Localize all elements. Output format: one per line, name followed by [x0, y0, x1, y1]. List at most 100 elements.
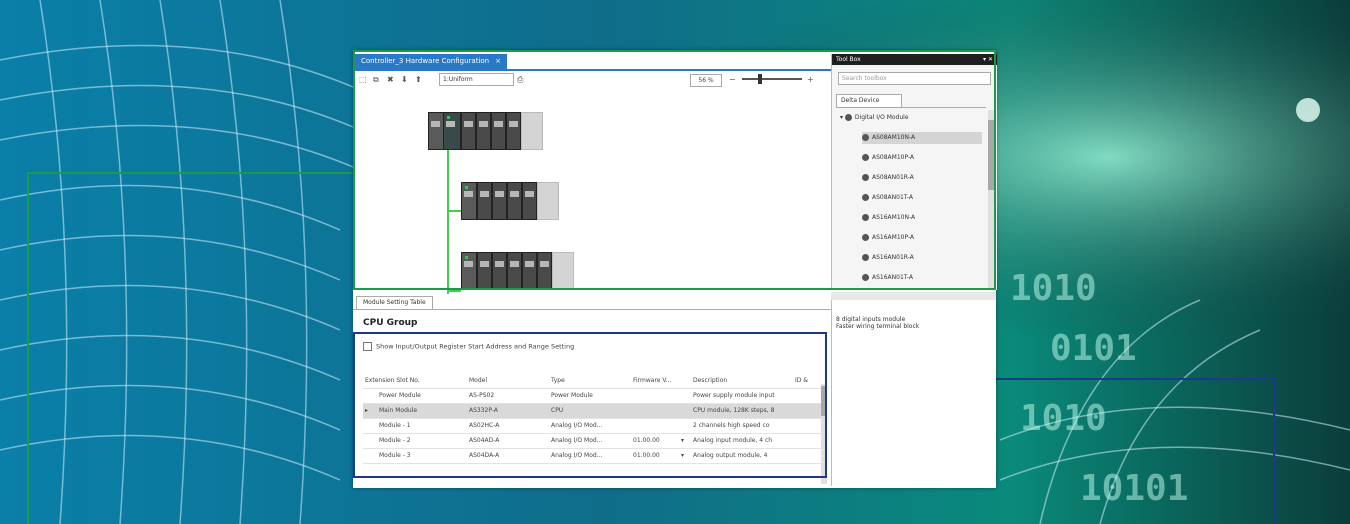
io-module[interactable]: [491, 112, 506, 150]
zoom-out-icon[interactable]: −: [729, 75, 736, 84]
io-module[interactable]: [506, 112, 521, 150]
tree-item[interactable]: AS08AN01R-A: [862, 172, 914, 184]
column-header[interactable]: ID &: [795, 374, 820, 388]
empty-slot[interactable]: [521, 112, 543, 150]
hardware-canvas[interactable]: [353, 90, 831, 300]
toolbox-horizontal-scrollbar[interactable]: [831, 292, 996, 300]
power-module[interactable]: [428, 112, 444, 150]
select-tool-icon[interactable]: ⬚: [359, 75, 367, 84]
zoom-mode-value: 1:Uniform: [443, 76, 473, 83]
device-icon: [862, 214, 869, 221]
copy-icon[interactable]: ⧉: [373, 75, 379, 85]
tree-item[interactable]: AS16AM10N-A: [862, 212, 915, 224]
tree-item[interactable]: AS08AM10N-A: [862, 132, 982, 144]
extension-head-module[interactable]: [461, 182, 477, 220]
upload-icon[interactable]: ⬆: [415, 75, 422, 84]
checkbox[interactable]: [363, 342, 372, 351]
chevron-down-icon[interactable]: ▾: [681, 449, 689, 463]
cell-description: 2 channels high speed co: [693, 422, 770, 429]
module-category-icon: [844, 114, 852, 121]
io-module[interactable]: [507, 252, 522, 290]
module-table: Extension Slot No. Model Type Firmware V…: [363, 374, 823, 464]
toolbox-panel: Tool Box ▾ ✕ Search toolbox Delta Device…: [831, 54, 997, 290]
io-module[interactable]: [522, 182, 537, 220]
cell-description: Analog input module, 4 ch: [693, 437, 773, 444]
toolbox-search-input[interactable]: Search toolbox: [838, 72, 991, 85]
tab-title: Controller_3 Hardware Configuration: [361, 57, 490, 65]
device-icon: [862, 174, 869, 181]
delete-icon[interactable]: ✖: [387, 75, 394, 84]
zoom-in-icon[interactable]: +: [807, 75, 814, 84]
extension-head-module[interactable]: [461, 252, 477, 290]
io-module[interactable]: [507, 182, 522, 220]
cell-model: AS04AD-A: [469, 437, 500, 444]
panel-controls[interactable]: ▾ ✕: [983, 54, 993, 65]
table-row[interactable]: Module - 2 AS04AD-A Analog I/O Mod... 01…: [363, 434, 823, 449]
divider: [353, 309, 831, 310]
cell-firmware[interactable]: 01.00.00: [633, 449, 688, 463]
tab-hardware-configuration[interactable]: Controller_3 Hardware Configuration ×: [355, 54, 507, 69]
zoom-mode-dropdown[interactable]: 1:Uniform: [439, 73, 514, 86]
row-marker: [365, 449, 375, 463]
row-marker: [365, 389, 375, 403]
column-header[interactable]: Firmware V...: [633, 374, 688, 388]
io-module[interactable]: [492, 182, 507, 220]
tree-item[interactable]: AS16AM10P-A: [862, 232, 914, 244]
column-header[interactable]: Model: [469, 374, 539, 388]
description-line: 8 digital inputs module: [836, 316, 906, 323]
table-row[interactable]: Module - 3 AS04DA-A Analog I/O Mod... 01…: [363, 449, 823, 464]
cell-model: AS-PS02: [469, 392, 495, 399]
io-module[interactable]: [476, 112, 491, 150]
io-module[interactable]: [537, 252, 552, 290]
show-register-checkbox-row[interactable]: Show Input/Output Register Start Address…: [363, 342, 574, 351]
tree-item[interactable]: AS08AM10P-A: [862, 152, 914, 164]
toolbox-description-pane: 8 digital inputs module Faster wiring te…: [831, 300, 996, 486]
table-row[interactable]: Power Module AS-PS02 Power Module Power …: [363, 389, 823, 404]
print-icon[interactable]: ⎙: [517, 75, 523, 85]
scrollbar-thumb[interactable]: [988, 120, 994, 190]
table-row[interactable]: ▸ Main Module AS332P-A CPU CPU module, 1…: [363, 404, 823, 419]
tree-item[interactable]: AS16AN01T-A: [862, 272, 913, 284]
io-module[interactable]: [522, 252, 537, 290]
cell-firmware: [633, 419, 688, 433]
group-title: CPU Group: [363, 318, 418, 328]
io-module[interactable]: [477, 252, 492, 290]
tree-item[interactable]: AS16AN01R-A: [862, 252, 914, 264]
io-module[interactable]: [492, 252, 507, 290]
empty-slot[interactable]: [552, 252, 574, 290]
tree-category-digital-io[interactable]: ▾ Digital I/O Module: [840, 112, 909, 124]
column-header[interactable]: Extension Slot No.: [365, 374, 455, 388]
tree-item-label: AS16AM10N-A: [872, 214, 916, 221]
zoom-slider-knob[interactable]: [758, 74, 762, 84]
device-icon: [862, 134, 869, 141]
cpu-module[interactable]: [443, 112, 461, 150]
column-header[interactable]: Type: [551, 374, 621, 388]
svg-text:0101: 0101: [1050, 328, 1137, 369]
io-module[interactable]: [461, 112, 476, 150]
download-icon[interactable]: ⬇: [401, 75, 408, 84]
tab-module-setting-table[interactable]: Module Setting Table: [356, 296, 433, 309]
zoom-slider[interactable]: [742, 74, 802, 84]
table-row[interactable]: Module - 1 AS02HC-A Analog I/O Mod... 2 …: [363, 419, 823, 434]
table-scrollbar[interactable]: [821, 384, 827, 484]
toolbox-scrollbar[interactable]: [988, 110, 994, 290]
cell-firmware[interactable]: 01.00.00: [633, 434, 688, 448]
column-header[interactable]: Description: [693, 374, 788, 388]
search-placeholder: Search toolbox: [842, 75, 887, 82]
tab-label: Module Setting Table: [363, 299, 426, 306]
tree-item[interactable]: AS08AN01T-A: [862, 192, 913, 204]
device-icon: [862, 154, 869, 161]
cell-slot: Module - 2: [379, 437, 411, 444]
cell-type: Analog I/O Mod...: [551, 437, 603, 444]
cell-description: CPU module, 128K steps, 8: [693, 407, 775, 414]
cell-firmware: [633, 389, 688, 403]
close-icon[interactable]: ×: [495, 57, 501, 65]
io-module[interactable]: [477, 182, 492, 220]
empty-slot[interactable]: [537, 182, 559, 220]
zoom-percent-field[interactable]: 56 %: [690, 74, 722, 87]
tab-delta-device[interactable]: Delta Device: [836, 94, 902, 107]
checkbox-label: Show Input/Output Register Start Address…: [376, 342, 575, 351]
device-icon: [862, 254, 869, 261]
scrollbar-thumb[interactable]: [821, 386, 827, 416]
chevron-down-icon[interactable]: ▾: [681, 434, 689, 448]
